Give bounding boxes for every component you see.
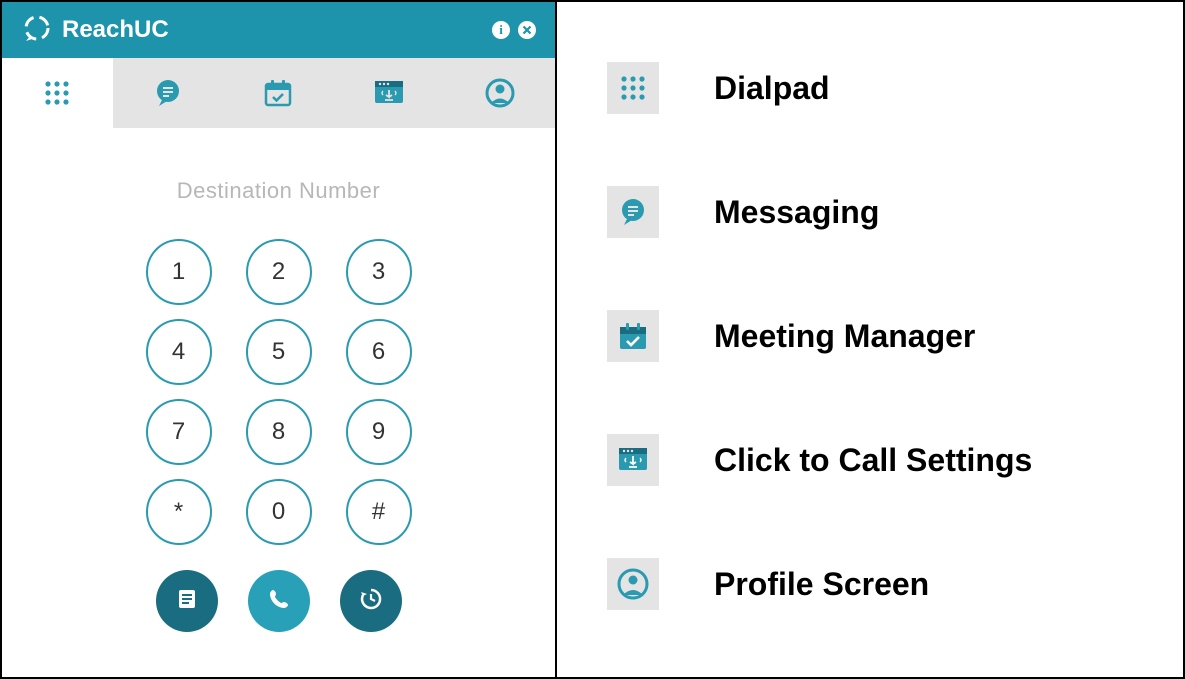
dial-action-row <box>156 570 402 632</box>
call-button[interactable] <box>248 570 310 632</box>
legend-label: Profile Screen <box>714 566 929 603</box>
phone-icon <box>267 587 291 616</box>
key-9[interactable]: 9 <box>346 399 412 465</box>
legend-panel: Dialpad Messaging Meeting Manager <box>557 2 1183 677</box>
key-0[interactable]: 0 <box>246 479 312 545</box>
destination-number-input[interactable]: Destination Number <box>177 178 380 204</box>
profile-icon <box>484 77 516 109</box>
key-hash[interactable]: # <box>346 479 412 545</box>
header-actions: i <box>491 20 537 40</box>
key-1[interactable]: 1 <box>146 239 212 305</box>
key-7[interactable]: 7 <box>146 399 212 465</box>
key-8[interactable]: 8 <box>246 399 312 465</box>
tab-meeting-manager[interactable] <box>223 58 334 128</box>
key-6[interactable]: 6 <box>346 319 412 385</box>
click-to-call-icon <box>372 77 406 109</box>
key-5[interactable]: 5 <box>246 319 312 385</box>
legend-label: Meeting Manager <box>714 318 975 355</box>
history-icon <box>358 586 384 617</box>
contacts-icon <box>174 586 200 617</box>
app-header: ReachUC i <box>2 2 555 58</box>
legend-row-click-to-call: Click to Call Settings <box>607 434 1143 486</box>
key-4[interactable]: 4 <box>146 319 212 385</box>
profile-icon <box>607 558 659 610</box>
tab-bar <box>2 58 555 128</box>
app-panel: ReachUC i <box>2 2 557 677</box>
brand-name: ReachUC <box>62 16 169 44</box>
legend-row-messaging: Messaging <box>607 186 1143 238</box>
info-icon[interactable]: i <box>491 20 511 40</box>
legend-row-dialpad: Dialpad <box>607 62 1143 114</box>
tab-profile[interactable] <box>444 58 555 128</box>
legend-row-profile: Profile Screen <box>607 558 1143 610</box>
calendar-check-icon <box>607 310 659 362</box>
close-icon[interactable] <box>517 20 537 40</box>
brand: ReachUC <box>20 11 491 50</box>
click-to-call-icon <box>607 434 659 486</box>
contacts-button[interactable] <box>156 570 218 632</box>
legend-row-meeting: Meeting Manager <box>607 310 1143 362</box>
dialpad-screen: Destination Number 1 2 3 4 5 6 7 8 9 * 0… <box>2 128 555 677</box>
calendar-check-icon <box>262 77 294 109</box>
legend-label: Messaging <box>714 194 879 231</box>
keypad: 1 2 3 4 5 6 7 8 9 * 0 # <box>146 239 412 545</box>
dialpad-icon <box>42 78 72 108</box>
legend-label: Click to Call Settings <box>714 442 1032 479</box>
tab-click-to-call[interactable] <box>334 58 445 128</box>
dialpad-icon <box>607 62 659 114</box>
key-star[interactable]: * <box>146 479 212 545</box>
svg-text:i: i <box>499 22 503 37</box>
messaging-icon <box>607 186 659 238</box>
messaging-icon <box>152 77 184 109</box>
key-2[interactable]: 2 <box>246 239 312 305</box>
legend-label: Dialpad <box>714 70 830 107</box>
brand-logo-icon <box>20 11 54 50</box>
key-3[interactable]: 3 <box>346 239 412 305</box>
history-button[interactable] <box>340 570 402 632</box>
tab-dialpad[interactable] <box>2 58 113 128</box>
tab-messaging[interactable] <box>113 58 224 128</box>
